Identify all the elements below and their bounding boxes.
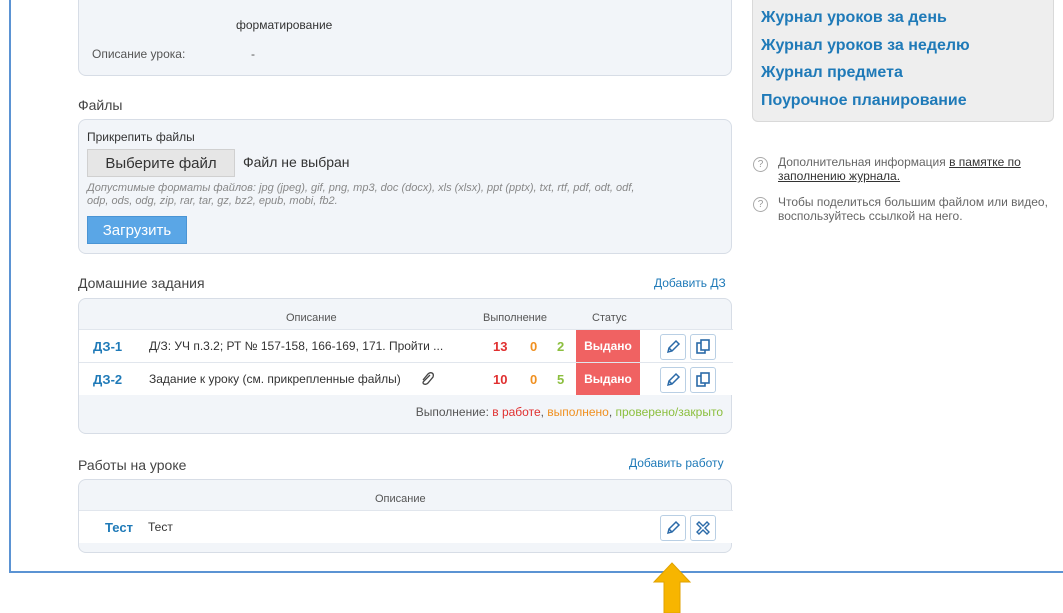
table-row: ДЗ-1 Д/З: УЧ п.3.2; РТ № 157-158, 166-16… — [79, 329, 733, 362]
status-badge: Выдано — [576, 363, 640, 395]
completion-legend: Выполнение: в работе, выполнено, провере… — [416, 405, 723, 419]
classwork-code[interactable]: Тест — [105, 520, 133, 535]
pencil-icon — [666, 372, 681, 387]
homework-code[interactable]: ДЗ-2 — [93, 372, 122, 387]
count-in-work: 13 — [493, 339, 508, 354]
legend-prefix: Выполнение: — [415, 405, 493, 419]
paperclip-icon — [422, 372, 434, 385]
add-classwork-link[interactable]: Добавить работу — [629, 456, 724, 470]
lesson-description-label: Описание урока: — [92, 47, 186, 61]
table-row: Тест Тест — [79, 510, 733, 543]
attach-files-label: Прикрепить файлы — [87, 130, 195, 144]
copy-button[interactable] — [690, 334, 716, 360]
menu-item-week-journal[interactable]: Журнал уроков за неделю — [761, 37, 970, 55]
formats-hint-line2: odp, ods, odg, zip, rar, tar, gz, bz2, e… — [87, 195, 338, 207]
count-checked: 5 — [557, 372, 565, 387]
count-done: 0 — [530, 372, 538, 387]
homework-description[interactable]: Д/З: УЧ п.3.2; РТ № 157-158, 166-169, 17… — [149, 339, 443, 353]
arrow-up-icon — [652, 562, 692, 613]
homework-col-status: Статус — [592, 312, 627, 324]
homework-section-title: Домашние задания — [78, 275, 205, 291]
pencil-icon — [666, 520, 681, 535]
homework-description[interactable]: Задание к уроку (см. прикрепленные файлы… — [149, 372, 401, 386]
menu-item-day-journal[interactable]: Журнал уроков за день — [761, 9, 947, 27]
files-section-title: Файлы — [78, 97, 123, 113]
info-memo-prefix: Дополнительная информация — [778, 155, 950, 169]
edit-button[interactable] — [660, 334, 686, 360]
info-journal-memo: Дополнительная информация в памятке по з… — [778, 155, 1063, 183]
edit-button[interactable] — [660, 367, 686, 393]
legend-done: выполнено — [547, 405, 609, 419]
copy-button[interactable] — [690, 367, 716, 393]
question-icon: ? — [753, 157, 768, 172]
menu-item-lesson-planning[interactable]: Поурочное планирование — [761, 92, 967, 110]
journal-menu: Журнал уроков за день Журнал уроков за н… — [752, 0, 1054, 122]
add-homework-link[interactable]: Добавить ДЗ — [654, 276, 726, 290]
edit-button[interactable] — [660, 515, 686, 541]
legend-checked: проверено/закрыто — [615, 405, 723, 419]
no-file-chosen-text: Файл не выбран — [243, 154, 350, 170]
delete-icon — [696, 521, 710, 535]
pencil-icon — [666, 339, 681, 354]
homework-col-description: Описание — [286, 312, 337, 324]
classwork-col-description: Описание — [375, 493, 426, 505]
question-icon: ? — [753, 197, 768, 212]
info-share-large-file: Чтобы поделиться большим файлом или виде… — [778, 195, 1048, 223]
count-in-work: 10 — [493, 372, 508, 387]
homework-col-completion: Выполнение — [483, 312, 548, 324]
copy-icon — [696, 339, 710, 354]
classwork-description: Тест — [148, 520, 173, 534]
lesson-info-card: форматирование Описание урока: - — [78, 0, 732, 76]
choose-file-button[interactable]: Выберите файл — [87, 149, 235, 177]
table-row: ДЗ-2 Задание к уроку (см. прикрепленные … — [79, 362, 733, 395]
lesson-topic-tail: форматирование — [236, 18, 333, 32]
formats-hint-line1: Допустимые форматы файлов: jpg (jpeg), g… — [87, 182, 635, 194]
legend-in-work: в работе — [492, 405, 541, 419]
homework-code[interactable]: ДЗ-1 — [93, 339, 122, 354]
count-done: 0 — [530, 339, 538, 354]
homework-card: Описание Выполнение Статус ДЗ-1 Д/З: УЧ … — [78, 298, 733, 434]
classwork-card: Описание Тест Тест — [78, 479, 733, 553]
copy-icon — [696, 372, 710, 387]
files-card: Прикрепить файлы Выберите файл Файл не в… — [78, 119, 732, 254]
status-badge: Выдано — [576, 330, 640, 362]
delete-button[interactable] — [690, 515, 716, 541]
menu-item-subject-journal[interactable]: Журнал предмета — [761, 64, 903, 82]
upload-button[interactable]: Загрузить — [87, 216, 187, 244]
count-checked: 2 — [557, 339, 565, 354]
lesson-description-value: - — [251, 47, 255, 61]
classwork-section-title: Работы на уроке — [78, 457, 187, 473]
